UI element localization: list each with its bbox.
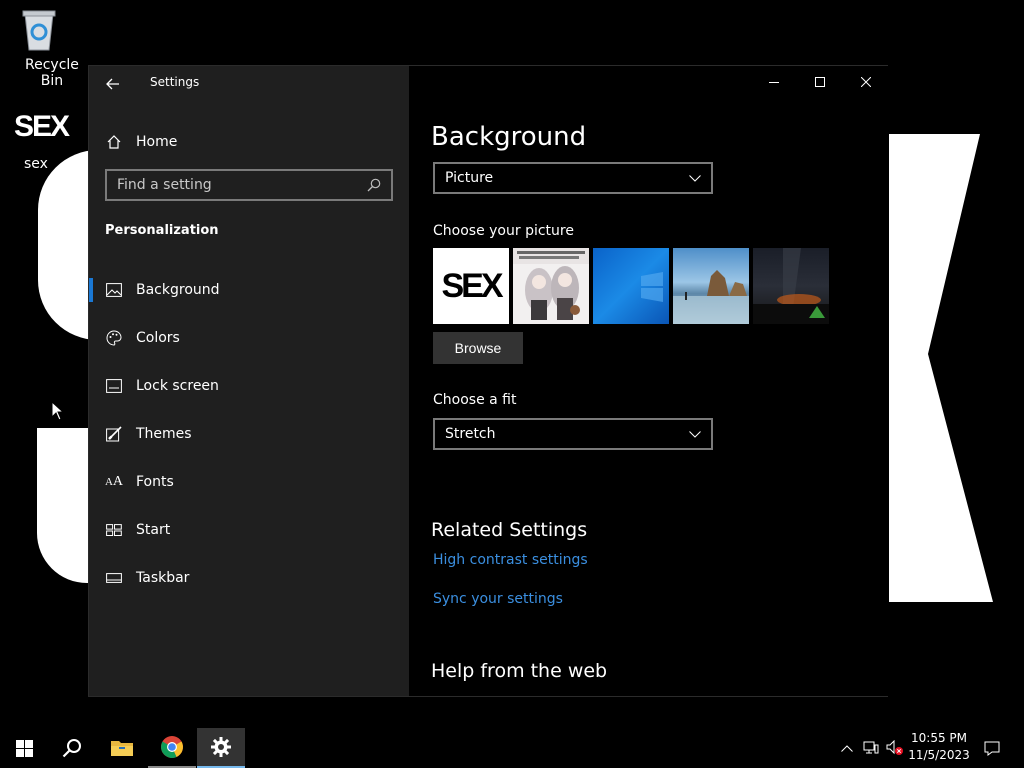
- fonts-icon: AA: [104, 474, 124, 489]
- fit-value: Stretch: [445, 426, 496, 442]
- search-button[interactable]: [48, 728, 96, 768]
- chrome-icon: [161, 736, 183, 758]
- sex-file-label: sex: [24, 156, 48, 172]
- section-title: Personalization: [105, 223, 219, 238]
- recycle-bin-label: Recycle Bin: [25, 57, 79, 89]
- settings-taskbar-button[interactable]: [197, 728, 245, 768]
- window-title: Settings: [150, 75, 200, 89]
- chrome-button[interactable]: [148, 728, 196, 768]
- fit-dropdown[interactable]: Stretch: [433, 418, 713, 450]
- choose-picture-label: Choose your picture: [433, 223, 574, 239]
- gear-icon: [211, 737, 231, 757]
- chevron-up-icon: [841, 744, 853, 752]
- search-placeholder: Find a setting: [117, 177, 212, 193]
- help-heading: Help from the web: [431, 660, 608, 682]
- sync-settings-link[interactable]: Sync your settings: [433, 591, 563, 607]
- picture-thumbnail-beach[interactable]: [673, 248, 749, 324]
- nav-item-label: Taskbar: [136, 570, 190, 586]
- recycle-bin-desktop-icon[interactable]: Recycle Bin: [1, 8, 79, 89]
- search-input[interactable]: Find a setting: [105, 169, 393, 201]
- windows-logo-icon: [15, 739, 33, 757]
- nav-item-lock-screen[interactable]: Lock screen: [89, 362, 409, 410]
- folder-icon: [111, 741, 133, 756]
- chevron-down-icon: [689, 174, 701, 182]
- window-controls: [751, 66, 889, 98]
- network-icon: [863, 741, 879, 754]
- search-icon: [62, 739, 81, 758]
- nav-item-background[interactable]: Background: [89, 266, 409, 314]
- nav-item-taskbar[interactable]: Taskbar: [89, 554, 409, 602]
- nav-item-label: Background: [136, 282, 220, 298]
- background-type-value: Picture: [445, 170, 494, 186]
- nav-item-label: Themes: [136, 426, 192, 442]
- clock-time: 10:55 PM: [911, 731, 967, 745]
- taskbar-icon: [105, 569, 123, 587]
- picture-thumbnail-night-sky[interactable]: [753, 248, 829, 324]
- show-hidden-icons-button[interactable]: [836, 728, 858, 768]
- page-title: Background: [431, 122, 587, 152]
- browse-button[interactable]: Browse: [433, 332, 523, 364]
- settings-window: Settings Home Find a setting Personaliza…: [88, 65, 889, 697]
- file-explorer-button[interactable]: [98, 728, 146, 768]
- windows-logo-image: [641, 272, 663, 302]
- picture-thumbnail-sex[interactable]: SEX: [433, 248, 509, 324]
- wallpaper-letter-x: [888, 134, 993, 602]
- action-center-button[interactable]: [980, 728, 1004, 768]
- thumbnail-text: SEX: [441, 267, 503, 305]
- maximize-button[interactable]: [797, 66, 843, 98]
- picture-thumbnails: SEX: [433, 248, 829, 324]
- nav-item-label: Lock screen: [136, 378, 219, 394]
- nav-item-themes[interactable]: Themes: [89, 410, 409, 458]
- nav-home[interactable]: Home: [105, 130, 177, 154]
- close-button[interactable]: [843, 66, 889, 98]
- high-contrast-link[interactable]: High contrast settings: [433, 552, 588, 568]
- minimize-button[interactable]: [751, 66, 797, 98]
- volume-muted-icon: [886, 740, 903, 755]
- settings-content: Background Picture Choose your picture S…: [409, 66, 889, 696]
- brush-icon: [105, 425, 123, 443]
- background-type-dropdown[interactable]: Picture: [433, 162, 713, 194]
- picture-thumbnail-anime[interactable]: [513, 248, 589, 324]
- palette-icon: [105, 329, 123, 347]
- nav-item-label: Fonts: [136, 474, 174, 490]
- choose-fit-label: Choose a fit: [433, 392, 517, 408]
- personalization-nav: Background Colors Lock screen Themes A A…: [89, 266, 409, 602]
- clock[interactable]: 10:55 PM 11/5/2023: [904, 730, 974, 764]
- home-icon: [105, 134, 123, 150]
- clock-date: 11/5/2023: [908, 748, 970, 762]
- night-sky-image: [753, 248, 829, 324]
- maximize-icon: [815, 77, 825, 87]
- related-settings-heading: Related Settings: [431, 519, 588, 541]
- back-button[interactable]: [101, 72, 125, 96]
- nav-item-colors[interactable]: Colors: [89, 314, 409, 362]
- nav-item-label: Start: [136, 522, 171, 538]
- picture-thumbnail-windows-default[interactable]: [593, 248, 669, 324]
- start-button[interactable]: [0, 728, 48, 768]
- recycle-bin-icon: [22, 10, 56, 51]
- taskbar: 10:55 PM 11/5/2023: [0, 728, 1024, 768]
- start-icon: [105, 521, 123, 539]
- minimize-icon: [769, 82, 779, 83]
- chevron-down-icon: [689, 430, 701, 438]
- network-button[interactable]: [860, 728, 882, 768]
- nav-item-fonts[interactable]: AA Fonts: [89, 458, 409, 506]
- nav-item-label: Colors: [136, 330, 180, 346]
- notification-icon: [984, 741, 1000, 756]
- close-icon: [861, 77, 871, 87]
- back-arrow-icon: [106, 78, 119, 90]
- anime-image: [513, 248, 589, 320]
- beach-image: [673, 270, 749, 324]
- picture-icon: [105, 281, 123, 299]
- lock-screen-icon: [105, 377, 123, 395]
- volume-button[interactable]: [884, 728, 906, 768]
- nav-item-start[interactable]: Start: [89, 506, 409, 554]
- search-icon: [367, 178, 381, 192]
- sex-desktop-icon[interactable]: SEX sex: [0, 108, 76, 172]
- nav-home-label: Home: [136, 134, 178, 150]
- sex-file-thumbnail: SEX: [14, 110, 70, 143]
- mouse-cursor-icon: [51, 401, 65, 421]
- settings-sidebar: Settings Home Find a setting Personaliza…: [89, 66, 409, 696]
